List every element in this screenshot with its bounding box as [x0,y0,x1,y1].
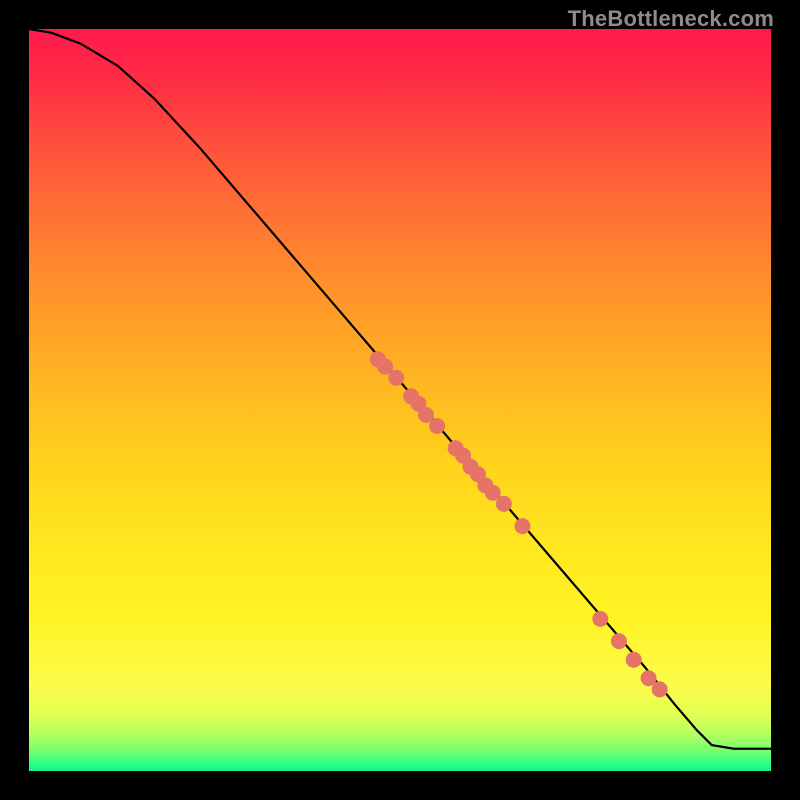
cluster-c-7 [496,496,512,512]
plot-area [29,29,771,771]
chart-overlay [29,29,771,771]
cluster-a-3 [388,370,404,386]
cluster-e-5 [652,681,668,697]
chart-frame: TheBottleneck.com [0,0,800,800]
cluster-d-1 [514,518,530,534]
cluster-b-4 [429,418,445,434]
cluster-e-3 [626,652,642,668]
curve-line [29,29,771,749]
data-points [370,351,668,697]
cluster-e-2 [611,633,627,649]
cluster-e-1 [592,611,608,627]
